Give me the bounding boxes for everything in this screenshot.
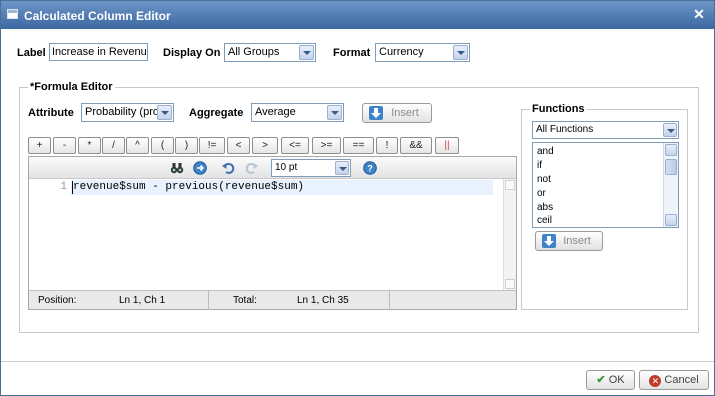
calculated-column-editor-dialog: Calculated Column Editor ✕ Label Increas… (0, 0, 715, 396)
operator-button[interactable]: >= (312, 137, 341, 154)
operator-button[interactable]: ( (151, 137, 174, 154)
close-icon[interactable]: ✕ (691, 6, 707, 22)
dialog-title: Calculated Column Editor (24, 9, 171, 23)
display-on-select[interactable]: All Groups (224, 43, 316, 62)
function-insert-button[interactable]: Insert (535, 231, 603, 251)
check-icon: ✔ (596, 374, 606, 386)
function-item[interactable]: or (537, 188, 546, 199)
position-label: Position: (38, 295, 77, 306)
editor-status-bar: Position: Ln 1, Ch 1 Total: Ln 1, Ch 35 (29, 290, 516, 310)
cancel-icon: ✕ (649, 375, 662, 387)
function-item[interactable]: abs (537, 202, 553, 213)
function-item[interactable]: not (537, 174, 551, 185)
attribute-label: Attribute (28, 107, 74, 119)
editor-scrollbar[interactable] (503, 179, 516, 290)
operator-button[interactable]: * (78, 137, 101, 154)
binoculars-icon[interactable] (170, 161, 184, 175)
operator-button[interactable]: || (435, 137, 459, 154)
status-divider (208, 291, 209, 310)
operator-button[interactable]: ! (376, 137, 398, 154)
operator-button[interactable]: == (343, 137, 374, 154)
total-value: Ln 1, Ch 35 (297, 295, 349, 306)
total-label: Total: (233, 295, 257, 306)
status-divider (389, 291, 390, 310)
title-bar: Calculated Column Editor ✕ (1, 1, 714, 29)
formula-code-line[interactable]: revenue$sum - previous(revenue$sum) (73, 181, 304, 193)
format-label: Format (333, 47, 371, 59)
operator-button[interactable]: <= (281, 137, 309, 154)
chevron-down-icon (453, 45, 468, 60)
redo-icon[interactable] (245, 161, 259, 175)
formula-code-editor[interactable]: 10 pt ? 1 revenue$sum - previous(revenue… (28, 156, 517, 310)
text-caret (72, 181, 73, 194)
display-on-label: Display On (163, 47, 221, 59)
label-label: Label (17, 47, 46, 59)
chevron-down-icon (327, 105, 342, 120)
position-value: Ln 1, Ch 1 (119, 295, 166, 306)
scroll-up-icon[interactable] (505, 180, 515, 190)
editor-toolbar: 10 pt ? (29, 157, 516, 179)
functions-filter-select[interactable]: All Functions (532, 121, 679, 139)
function-item[interactable]: and (537, 146, 554, 157)
functions-filter-value: All Functions (536, 124, 594, 135)
font-size-select[interactable]: 10 pt (271, 159, 351, 177)
chevron-down-icon (663, 123, 677, 137)
operator-button[interactable]: > (252, 137, 278, 154)
format-select[interactable]: Currency (375, 43, 470, 62)
scroll-down-icon[interactable] (505, 279, 515, 289)
operator-button[interactable]: / (102, 137, 125, 154)
functions-legend: Functions (530, 103, 587, 115)
insert-arrow-icon (369, 106, 383, 120)
chevron-down-icon (335, 161, 349, 175)
insert-arrow-icon (542, 234, 556, 248)
code-area[interactable]: 1 revenue$sum - previous(revenue$sum) (29, 179, 504, 290)
aggregate-value: Average (255, 106, 296, 118)
chevron-down-icon (299, 45, 314, 60)
attribute-select[interactable]: Probability (pro (81, 103, 174, 122)
label-input[interactable]: Increase in Revenue (49, 43, 148, 61)
window-icon (7, 9, 18, 19)
ok-button-label: OK (608, 374, 625, 386)
operator-button[interactable]: && (400, 137, 432, 154)
help-icon[interactable]: ? (363, 161, 377, 175)
formula-editor-legend: *Formula Editor (28, 81, 115, 93)
ok-button[interactable]: ✔ OK (586, 370, 635, 390)
footer-separator (1, 361, 714, 362)
undo-icon[interactable] (221, 161, 235, 175)
operator-button[interactable]: ) (175, 137, 198, 154)
line-number: 1 (60, 181, 67, 193)
function-item[interactable]: if (537, 160, 542, 171)
attribute-value: Probability (pro (85, 106, 159, 118)
font-size-value: 10 pt (275, 162, 298, 173)
go-to-icon[interactable] (193, 161, 207, 175)
svg-text:?: ? (367, 164, 373, 174)
operator-button[interactable]: ^ (126, 137, 149, 154)
scroll-down-icon[interactable] (665, 214, 677, 226)
functions-scrollbar[interactable] (663, 143, 678, 227)
aggregate-label: Aggregate (189, 107, 244, 119)
functions-list[interactable]: and if not or abs ceil (532, 142, 679, 228)
cancel-button[interactable]: ✕ Cancel (639, 370, 709, 390)
operator-button[interactable]: < (227, 137, 250, 154)
operator-button[interactable]: - (53, 137, 76, 154)
function-item[interactable]: ceil (537, 215, 552, 226)
attribute-insert-button[interactable]: Insert (362, 103, 432, 123)
operator-button[interactable]: + (28, 137, 51, 154)
cancel-button-label: Cancel (664, 374, 699, 386)
operator-button[interactable]: != (199, 137, 225, 154)
scroll-up-icon[interactable] (665, 144, 677, 156)
chevron-down-icon (157, 105, 172, 120)
aggregate-select[interactable]: Average (251, 103, 344, 122)
scroll-thumb[interactable] (665, 159, 677, 175)
format-value: Currency (379, 46, 424, 58)
display-on-value: All Groups (228, 46, 280, 58)
